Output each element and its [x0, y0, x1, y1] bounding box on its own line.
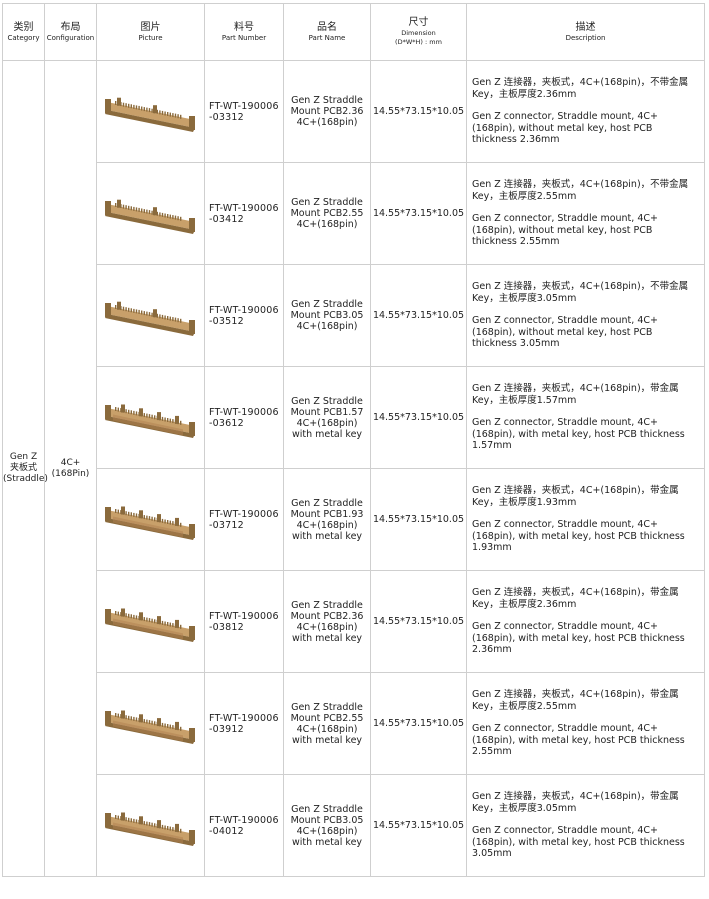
picture-cell [96, 264, 205, 367]
description-cn: Gen Z 连接器，夹板式，4C+(168pin)，带金属Key，主板厚度3.0… [472, 791, 679, 814]
header-dimension: 尺寸 Dimension (D*W*H) : mm [370, 3, 467, 61]
header-category: 类别 Category [2, 3, 45, 61]
description-cn: Gen Z 连接器，夹板式，4C+(168pin)，带金属Key，主板厚度2.3… [472, 587, 679, 610]
dimension-cell: 14.55*73.15*10.05 [370, 570, 467, 673]
dimension-cell: 14.55*73.15*10.05 [370, 60, 467, 163]
part-name-cell: Gen Z Straddle Mount PCB2.55 4C+(168pin)… [283, 672, 371, 775]
description-cell: Gen Z 连接器，夹板式，4C+(168pin)，不带金属Key，主板厚度2.… [466, 162, 705, 265]
header-part-number: 料号 Part Number [204, 3, 284, 61]
connector-image [104, 710, 195, 744]
table-row: FT-WT-190006 -03412 Gen Z Straddle Mount P… [3, 162, 705, 265]
description-cn: Gen Z 连接器，夹板式，4C+(168pin)，带金属Key，主板厚度1.9… [472, 485, 679, 508]
table-row: Gen Z 夹板式 (Straddle) 4C+ (168Pin) FT-WT-19000… [2, 60, 705, 877]
table-row: FT-WT-190006 -03612 Gen Z Straddle Mount P… [3, 366, 705, 469]
part-name-cell: Gen Z Straddle Mount PCB2.55 4C+(168pin) [283, 162, 371, 265]
part-name-cell: Gen Z Straddle Mount PCB1.57 4C+(168pin)… [283, 366, 371, 469]
description-cell: Gen Z 连接器，夹板式，4C+(168pin)，带金属Key，主板厚度1.9… [466, 468, 705, 571]
dimension-cell: 14.55*73.15*10.05 [370, 672, 467, 775]
table-row: FT-WT-190006 -04012 Gen Z Straddle Mount P… [3, 774, 705, 877]
table-body: Gen Z 夹板式 (Straddle) 4C+ (168Pin) FT-WT-19000… [2, 60, 705, 877]
description-en: Gen Z connector, Straddle mount, 4C+(168… [472, 519, 685, 554]
connector-image [104, 301, 195, 336]
part-number-cell: FT-WT-190006 -03612 [204, 366, 284, 469]
part-number-cell: FT-WT-190006 -04012 [204, 774, 284, 877]
part-name-cell: Gen Z Straddle Mount PCB3.05 4C+(168pin) [283, 264, 371, 367]
picture-cell [96, 672, 205, 775]
connector-image [104, 97, 195, 132]
description-cell: Gen Z 连接器，夹板式，4C+(168pin)，带金属Key，主板厚度2.3… [466, 570, 705, 673]
description-en: Gen Z connector, Straddle mount, 4C+(168… [472, 417, 685, 452]
connector-image [104, 199, 195, 234]
picture-cell [96, 570, 205, 673]
part-name-cell: Gen Z Straddle Mount PCB2.36 4C+(168pin) [283, 60, 371, 163]
picture-cell [96, 60, 205, 163]
description-cn: Gen Z 连接器，夹板式，4C+(168pin)，带金属Key，主板厚度1.5… [472, 383, 679, 406]
picture-cell [96, 774, 205, 877]
description-cn: Gen Z 连接器，夹板式，4C+(168pin)，不带金属Key，主板厚度2.… [472, 179, 689, 202]
description-en: Gen Z connector, Straddle mount, 4C+(168… [472, 825, 685, 860]
dimension-cell: 14.55*73.15*10.05 [370, 162, 467, 265]
part-number-cell: FT-WT-190006 -03412 [204, 162, 284, 265]
description-en: Gen Z connector, Straddle mount, 4C+(168… [472, 315, 658, 350]
picture-cell [96, 366, 205, 469]
dimension-cell: 14.55*73.15*10.05 [370, 366, 467, 469]
picture-cell [96, 468, 205, 571]
header-row: 类别 Category 布局 Configuration 图片 Picture … [2, 3, 705, 61]
configuration-cell: 4C+ (168Pin) [44, 60, 97, 877]
description-cn: Gen Z 连接器，夹板式，4C+(168pin)，带金属Key，主板厚度2.5… [472, 689, 679, 712]
connector-image [104, 812, 195, 846]
picture-cell [96, 162, 205, 265]
part-name-cell: Gen Z Straddle Mount PCB2.36 4C+(168pin)… [283, 570, 371, 673]
dimension-cell: 14.55*73.15*10.05 [370, 468, 467, 571]
table-row: FT-WT-190006 -03912 Gen Z Straddle Mount P… [3, 672, 705, 775]
header-picture: 图片 Picture [96, 3, 205, 61]
dimension-cell: 14.55*73.15*10.05 [370, 264, 467, 367]
description-cn: Gen Z 连接器，夹板式，4C+(168pin)，不带金属Key，主板厚度3.… [472, 281, 689, 304]
part-number-cell: FT-WT-190006 -03812 [204, 570, 284, 673]
product-table: 类别 Category 布局 Configuration 图片 Picture … [2, 3, 705, 877]
description-en: Gen Z connector, Straddle mount, 4C+(168… [472, 723, 685, 758]
part-name-cell: Gen Z Straddle Mount PCB1.93 4C+(168pin)… [283, 468, 371, 571]
part-number-cell: FT-WT-190006 -03512 [204, 264, 284, 367]
description-en: Gen Z connector, Straddle mount, 4C+(168… [472, 213, 658, 248]
header-part-name: 品名 Part Name [283, 3, 371, 61]
table-row: FT-WT-190006 -03712 Gen Z Straddle Mount P… [3, 468, 705, 571]
part-number-cell: FT-WT-190006 -03712 [204, 468, 284, 571]
description-cn: Gen Z 连接器，夹板式，4C+(168pin)，不带金属Key，主板厚度2.… [472, 77, 689, 100]
dimension-cell: 14.55*73.15*10.05 [370, 774, 467, 877]
header-description: 描述 Description [466, 3, 705, 61]
description-cell: Gen Z 连接器，夹板式，4C+(168pin)，不带金属Key，主板厚度3.… [466, 264, 705, 367]
part-name-cell: Gen Z Straddle Mount PCB3.05 4C+(168pin)… [283, 774, 371, 877]
connector-image [104, 404, 195, 438]
header-configuration: 布局 Configuration [44, 3, 97, 61]
description-cell: Gen Z 连接器，夹板式，4C+(168pin)，带金属Key，主板厚度3.0… [466, 774, 705, 877]
part-number-cell: FT-WT-190006 -03912 [204, 672, 284, 775]
connector-image [104, 506, 195, 540]
description-cell: Gen Z 连接器，夹板式，4C+(168pin)，带金属Key，主板厚度2.5… [466, 672, 705, 775]
table-row: FT-WT-190006 -03512 Gen Z Straddle Mount P… [3, 264, 705, 367]
part-number-cell: FT-WT-190006 -03312 [204, 60, 284, 163]
description-en: Gen Z connector, Straddle mount, 4C+(168… [472, 111, 658, 146]
description-cell: Gen Z 连接器，夹板式，4C+(168pin)，带金属Key，主板厚度1.5… [466, 366, 705, 469]
table-row: FT-WT-190006 -03812 Gen Z Straddle Mount P… [3, 570, 705, 673]
category-cell: Gen Z 夹板式 (Straddle) [2, 60, 48, 877]
description-cell: Gen Z 连接器，夹板式，4C+(168pin)，不带金属Key，主板厚度2.… [466, 60, 705, 163]
description-en: Gen Z connector, Straddle mount, 4C+(168… [472, 621, 685, 656]
connector-image [104, 608, 195, 642]
